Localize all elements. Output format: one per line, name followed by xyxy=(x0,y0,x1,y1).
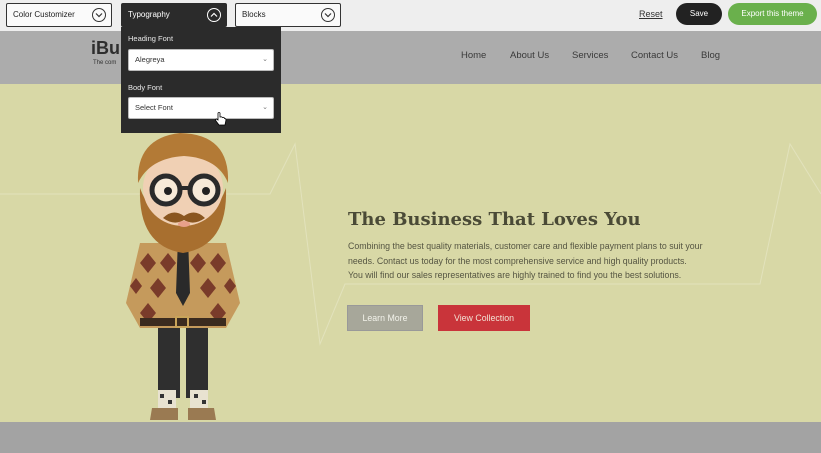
hand-pointer-icon xyxy=(215,112,227,126)
hipster-character-illustration xyxy=(126,133,240,420)
site-logo[interactable]: iBu xyxy=(91,38,120,59)
chevron-down-icon xyxy=(321,8,335,22)
hero-title: The Business That Loves You xyxy=(348,209,641,230)
nav-home[interactable]: Home xyxy=(461,50,486,61)
caret-down-icon: ⌄ xyxy=(262,56,268,63)
nav-contact-us[interactable]: Contact Us xyxy=(631,50,678,61)
caret-down-icon: ⌄ xyxy=(262,104,268,111)
hero-paragraph-line: You will find our sales representatives … xyxy=(348,270,682,280)
view-collection-button[interactable]: View Collection xyxy=(438,305,530,331)
heading-font-value: Alegreya xyxy=(135,55,165,64)
body-font-select[interactable]: Select Font ⌄ xyxy=(128,97,274,119)
color-customizer-dropdown[interactable]: Color Customizer xyxy=(6,3,112,27)
export-theme-button[interactable]: Export this theme xyxy=(728,3,817,25)
hero-section: The Business That Loves You Combining th… xyxy=(0,84,821,422)
body-font-label: Body Font xyxy=(128,83,163,92)
blocks-dropdown[interactable]: Blocks xyxy=(235,3,341,27)
next-section-strip xyxy=(0,422,821,453)
color-customizer-label: Color Customizer xyxy=(13,10,75,19)
site-tagline: The com xyxy=(93,60,117,66)
nav-services[interactable]: Services xyxy=(572,50,608,61)
heading-font-label: Heading Font xyxy=(128,34,174,43)
typography-label: Typography xyxy=(128,10,170,19)
hero-paragraph-line: Combining the best quality materials, cu… xyxy=(348,241,703,251)
nav-blog[interactable]: Blog xyxy=(701,50,720,61)
learn-more-button[interactable]: Learn More xyxy=(347,305,423,331)
typography-dropdown[interactable]: Typography xyxy=(121,3,227,27)
save-button[interactable]: Save xyxy=(676,3,722,25)
typography-panel: Heading Font Alegreya ⌄ Body Font Select… xyxy=(121,27,281,133)
heading-font-select[interactable]: Alegreya ⌄ xyxy=(128,49,274,71)
hero-paragraph-line: needs. Contact us today for the most com… xyxy=(348,256,687,266)
chevron-up-icon xyxy=(207,8,221,22)
body-font-placeholder: Select Font xyxy=(135,103,173,112)
blocks-label: Blocks xyxy=(242,10,266,19)
reset-link[interactable]: Reset xyxy=(639,9,663,19)
nav-about-us[interactable]: About Us xyxy=(510,50,549,61)
chevron-down-icon xyxy=(92,8,106,22)
